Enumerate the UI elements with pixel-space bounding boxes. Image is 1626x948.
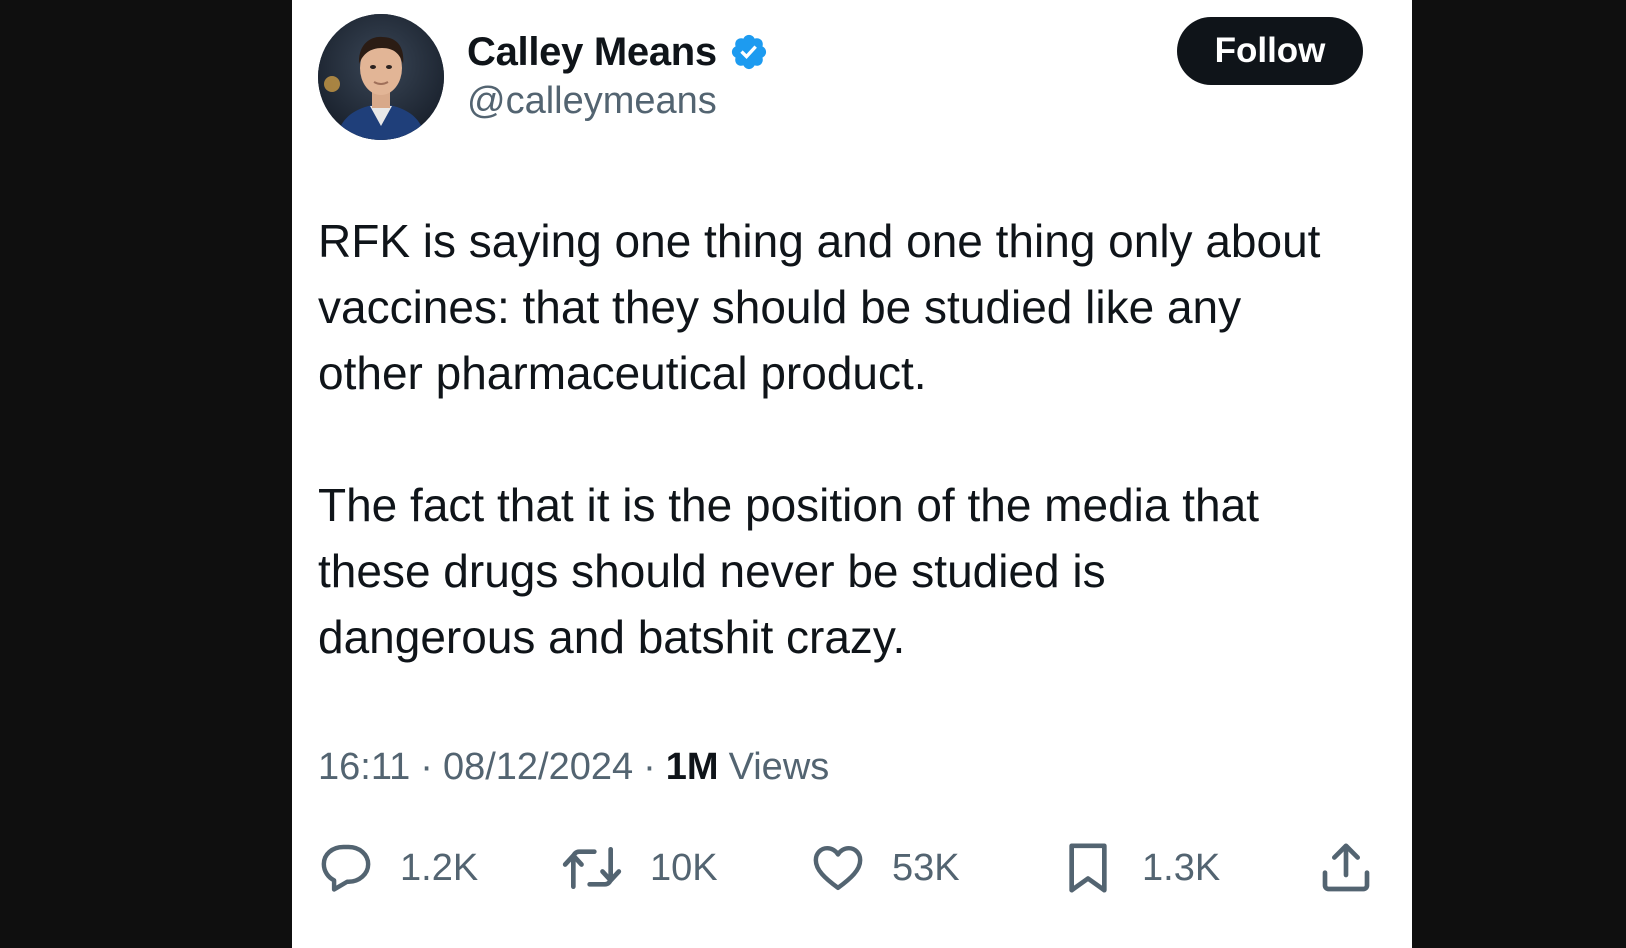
bookmark-button[interactable]: 1.3K bbox=[1060, 840, 1220, 896]
meta-separator: · bbox=[643, 746, 656, 788]
tweet-date[interactable]: 08/12/2024 bbox=[443, 746, 633, 789]
share-icon bbox=[1322, 843, 1370, 892]
like-count: 53K bbox=[892, 846, 960, 889]
action-bar: 1.2K 10K 53K 1.3K bbox=[318, 840, 1388, 896]
heart-icon bbox=[813, 845, 863, 891]
author-name-row[interactable]: Calley Means bbox=[467, 26, 769, 78]
meta-separator: · bbox=[420, 746, 433, 788]
bookmark-icon bbox=[1069, 843, 1107, 893]
follow-button[interactable]: Follow bbox=[1177, 17, 1363, 85]
reply-icon bbox=[321, 844, 371, 892]
retweet-button[interactable]: 10K bbox=[560, 840, 718, 896]
verified-badge-icon[interactable] bbox=[729, 32, 769, 72]
display-name[interactable]: Calley Means bbox=[467, 30, 717, 75]
tweet-paragraph: RFK is saying one thing and one thing on… bbox=[318, 215, 1321, 399]
like-button[interactable]: 53K bbox=[810, 840, 960, 896]
tweet-card: Calley Means @calleymeans Follow RFK is … bbox=[292, 0, 1412, 948]
share-button[interactable] bbox=[1318, 840, 1374, 896]
tweet-time[interactable]: 16:11 bbox=[318, 746, 410, 789]
views-count[interactable]: 1M bbox=[666, 746, 719, 789]
retweet-icon bbox=[562, 847, 622, 889]
views-label[interactable]: Views bbox=[729, 746, 830, 789]
reply-button[interactable]: 1.2K bbox=[318, 840, 478, 896]
tweet-paragraph: The fact that it is the position of the … bbox=[318, 479, 1259, 663]
reply-count: 1.2K bbox=[400, 846, 479, 889]
retweet-count: 10K bbox=[650, 846, 718, 889]
avatar[interactable] bbox=[318, 14, 444, 140]
tweet-text: RFK is saying one thing and one thing on… bbox=[318, 208, 1388, 670]
tweet-meta: 16:11 · 08/12/2024 · 1M Views bbox=[318, 746, 829, 789]
author-handle[interactable]: @calleymeans bbox=[467, 80, 717, 123]
bookmark-count: 1.3K bbox=[1142, 846, 1221, 889]
